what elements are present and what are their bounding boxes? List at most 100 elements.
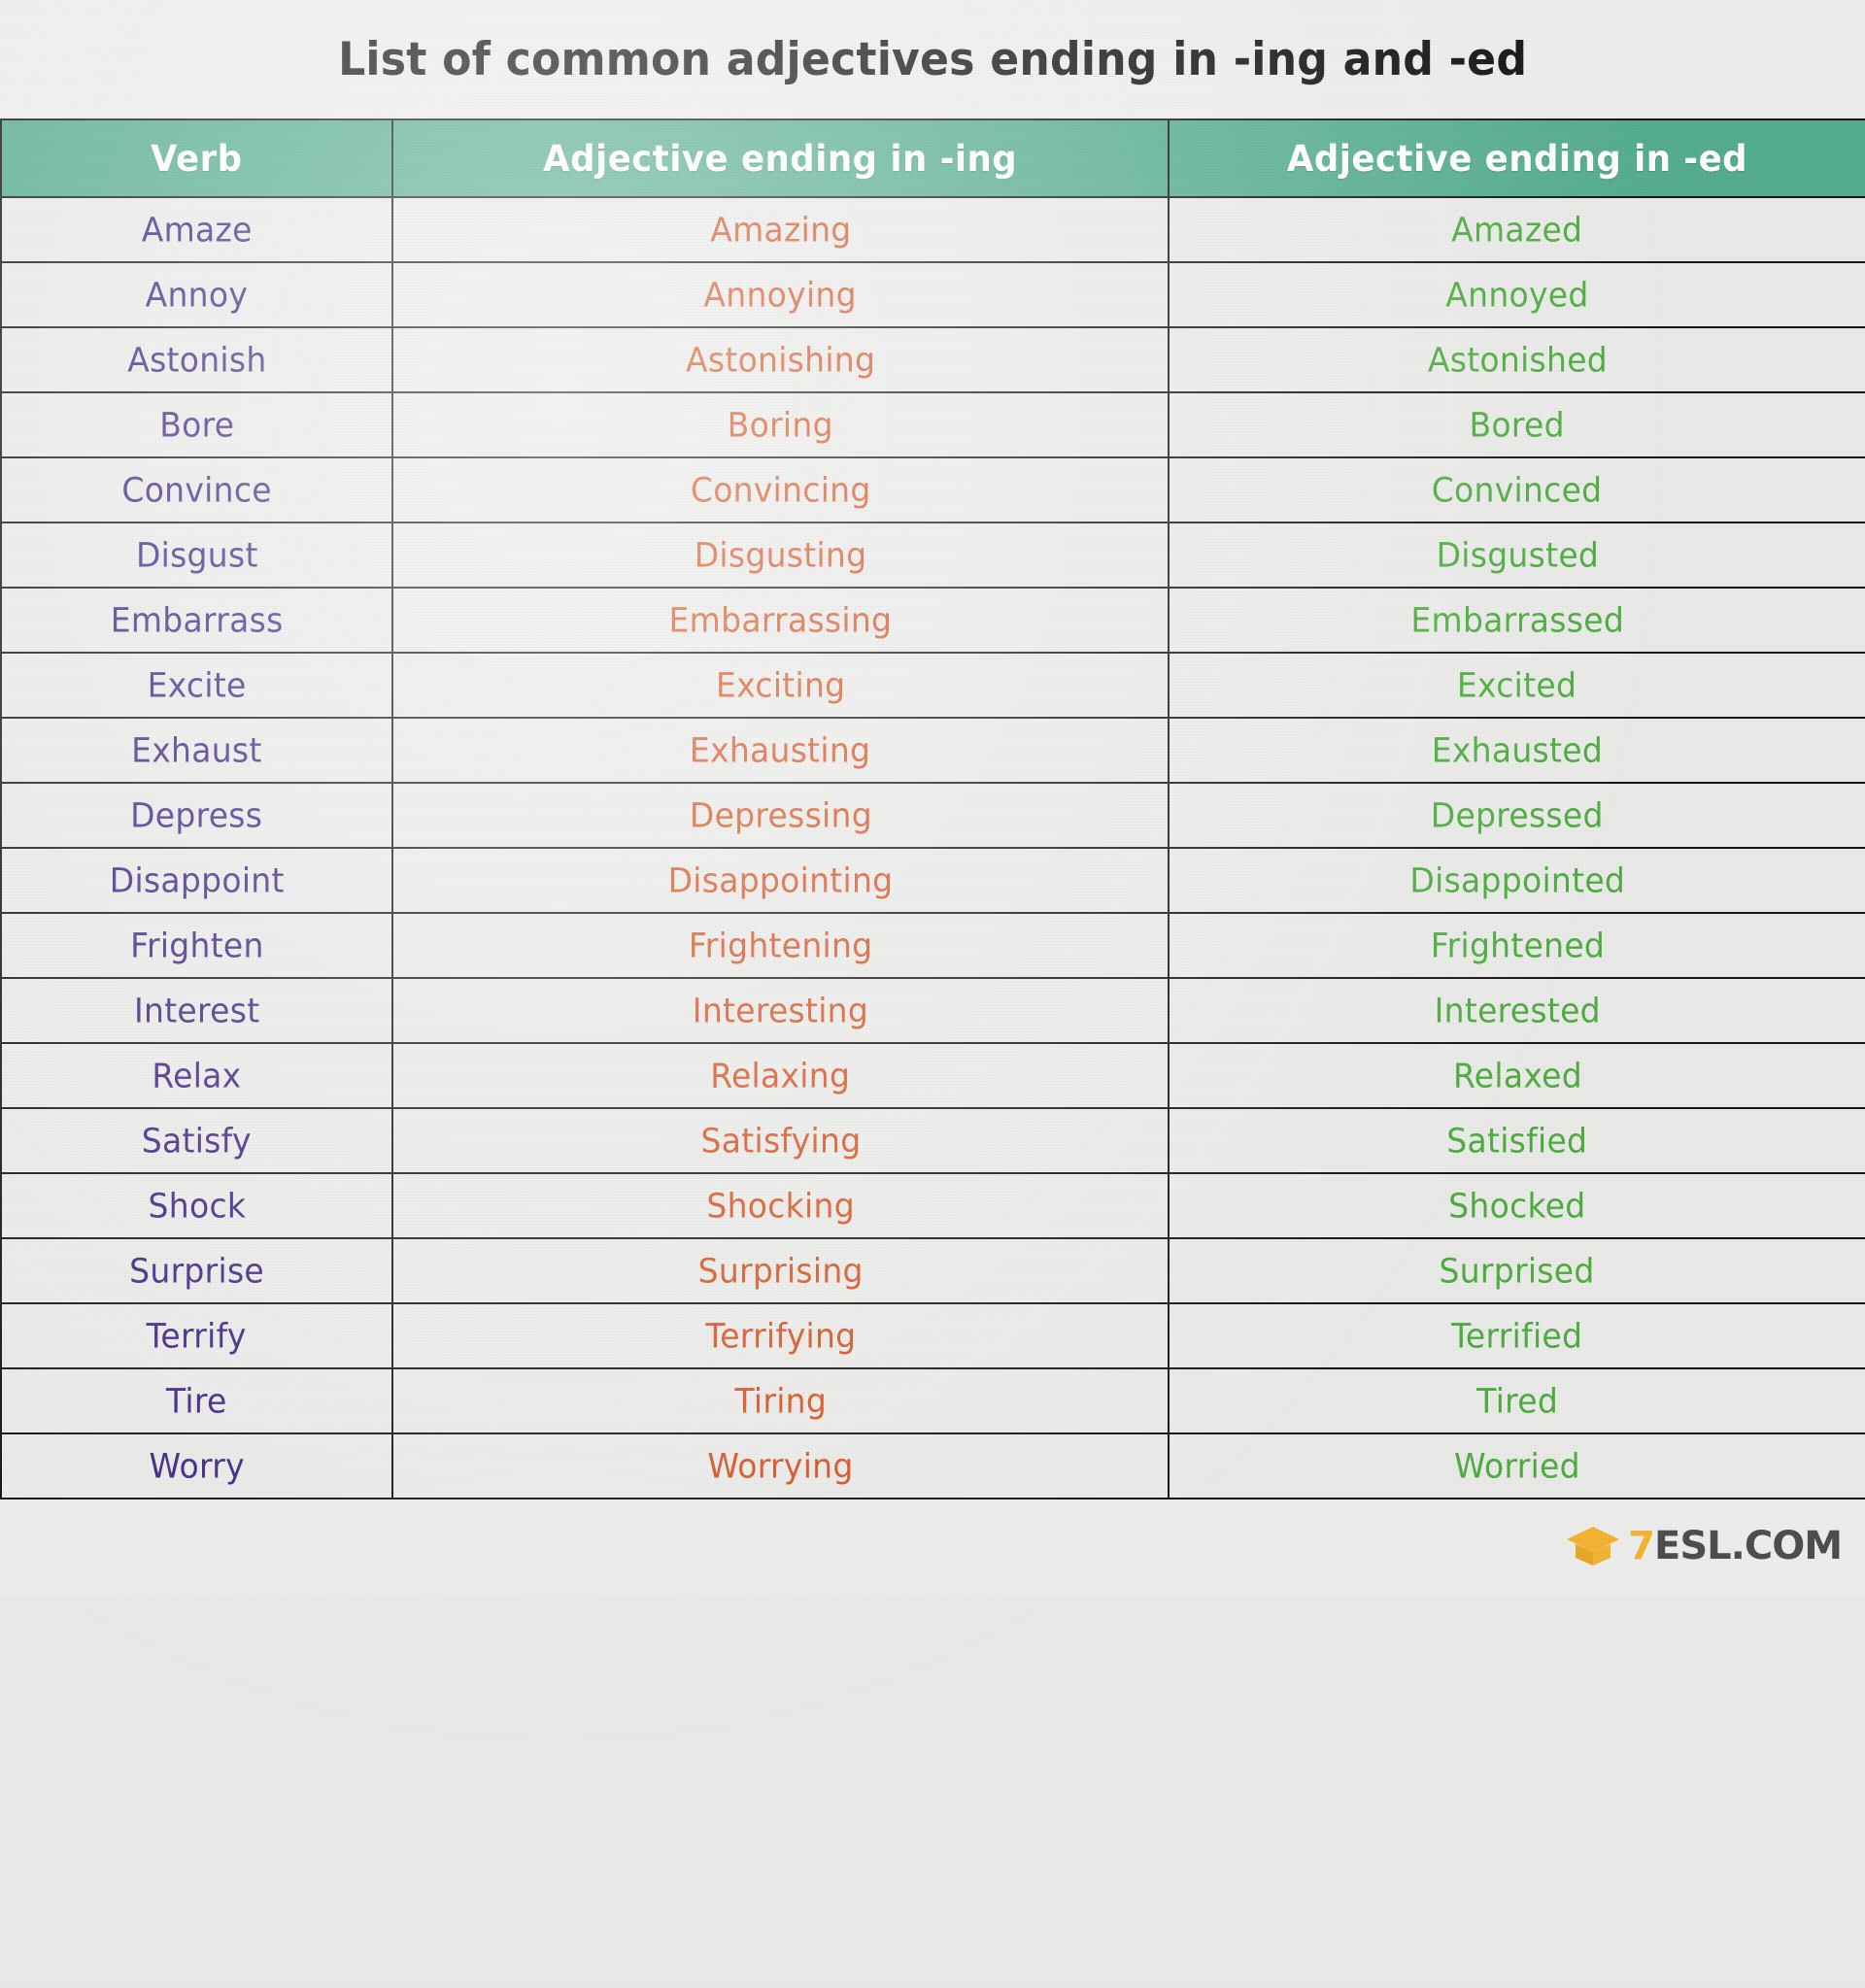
logo-wordmark: 7 ESL.COM (1628, 1524, 1843, 1568)
cell-verb-text: Shock (148, 1185, 246, 1227)
cell-verb-text: Exhaust (131, 729, 262, 771)
column-header-ed: Adjective ending in -ed (1168, 118, 1865, 198)
cell-ing: Terrifying (391, 1302, 1170, 1369)
cell-ed-text: Convinced (1432, 469, 1603, 511)
cell-ed: Depressed (1168, 782, 1865, 849)
cell-ing: Disappointing (391, 847, 1170, 914)
cell-verb: Annoy (0, 261, 393, 328)
column-header-verb-label: Verb (151, 137, 243, 180)
table-row: Disgust Disgusting Disgusted (0, 522, 1865, 589)
cell-ed: Frightened (1168, 912, 1865, 979)
logo-seven: 7 (1628, 1524, 1655, 1568)
cell-ing-text: Exciting (715, 664, 846, 706)
table-row: Amaze Amazing Amazed (0, 196, 1865, 263)
table-row: Satisfy Satisfying Satisfied (0, 1107, 1865, 1174)
cell-ing-text: Shocking (706, 1185, 855, 1227)
cell-verb-text: Worry (149, 1445, 245, 1487)
cell-ing: Exhausting (391, 717, 1170, 784)
table-row: Convince Convincing Convinced (0, 456, 1865, 523)
cell-ed-text: Relaxed (1452, 1055, 1582, 1096)
cell-verb: Worry (0, 1432, 393, 1499)
cell-ing-text: Depressing (689, 794, 872, 836)
cell-ed-text: Frightened (1430, 925, 1605, 966)
table-header-row: Verb Adjective ending in -ing Adjective … (0, 118, 1865, 198)
cell-ed-text: Surprised (1439, 1250, 1596, 1292)
cell-ing-text: Amazing (709, 209, 852, 251)
cell-verb-text: Frighten (129, 925, 264, 966)
cell-verb: Frighten (0, 912, 393, 979)
cell-verb: Embarrass (0, 587, 393, 654)
cell-verb-text: Terrify (146, 1315, 248, 1357)
7esl-logo[interactable]: 7 ESL.COM (1566, 1524, 1843, 1568)
graduation-cap-icon (1567, 1527, 1620, 1566)
cell-verb-text: Depress (130, 794, 263, 836)
cell-ing-text: Exhausting (690, 729, 871, 771)
cell-ed-text: Amazed (1451, 209, 1583, 251)
cell-ing: Satisfying (391, 1107, 1170, 1174)
cell-ed-text: Annoyed (1445, 274, 1589, 316)
cell-verb: Astonish (0, 326, 393, 393)
cell-verb-text: Interest (133, 990, 260, 1031)
cell-verb: Relax (0, 1042, 393, 1109)
cell-verb: Satisfy (0, 1107, 393, 1174)
cell-ing: Disgusting (391, 522, 1170, 589)
cell-verb-text: Tire (166, 1380, 227, 1422)
cell-ing-text: Surprising (697, 1250, 864, 1292)
cell-ing: Annoying (391, 261, 1170, 328)
table-row: Depress Depressing Depressed (0, 782, 1865, 849)
footer: 7 ESL.COM (0, 1499, 1865, 1595)
cell-verb-text: Annoy (145, 274, 249, 316)
cell-ing: Boring (391, 391, 1170, 458)
table-row: Disappoint Disappointing Disappointed (0, 847, 1865, 914)
page-title: List of common adjectives ending in -ing… (337, 32, 1528, 86)
table-row: Bore Boring Bored (0, 391, 1865, 458)
cell-verb-text: Bore (158, 404, 235, 446)
table-row: Exhaust Exhausting Exhausted (0, 717, 1865, 784)
table-row: Interest Interesting Interested (0, 977, 1865, 1044)
cell-ed: Terrified (1168, 1302, 1865, 1369)
cell-verb: Amaze (0, 196, 393, 263)
cell-verb: Tire (0, 1367, 393, 1434)
cell-ed-text: Shocked (1448, 1185, 1586, 1227)
cell-verb: Terrify (0, 1302, 393, 1369)
cell-verb-text: Disappoint (109, 859, 285, 901)
cell-ing: Surprising (391, 1237, 1170, 1304)
table-row: Worry Worrying Worried (0, 1432, 1865, 1499)
cell-ed: Shocked (1168, 1172, 1865, 1239)
cell-verb: Bore (0, 391, 393, 458)
cell-ed-text: Exhausted (1431, 729, 1604, 771)
column-header-ing: Adjective ending in -ing (391, 118, 1170, 198)
cell-verb: Depress (0, 782, 393, 849)
cell-ed: Excited (1168, 652, 1865, 719)
table-row: Excite Exciting Excited (0, 652, 1865, 719)
cell-verb-text: Surprise (129, 1250, 264, 1292)
column-header-ing-label: Adjective ending in -ing (543, 137, 1018, 180)
cell-ing: Frightening (391, 912, 1170, 979)
cell-ed: Disappointed (1168, 847, 1865, 914)
cell-ed: Amazed (1168, 196, 1865, 263)
cell-verb-text: Embarrass (110, 599, 284, 641)
cell-ed: Astonished (1168, 326, 1865, 393)
cell-ing-text: Satisfying (700, 1120, 861, 1162)
table-row: Shock Shocking Shocked (0, 1172, 1865, 1239)
cell-ed: Embarrassed (1168, 587, 1865, 654)
cell-ed-text: Terrified (1451, 1315, 1583, 1357)
cell-ing: Embarrassing (391, 587, 1170, 654)
cell-ed-text: Excited (1457, 664, 1577, 706)
cell-ed-text: Interested (1434, 990, 1601, 1031)
cell-ing-text: Disappointing (667, 859, 894, 901)
title-band: List of common adjectives ending in -ing… (0, 0, 1865, 118)
cell-ing: Exciting (391, 652, 1170, 719)
cell-ed-text: Tired (1476, 1380, 1558, 1422)
cell-ing-text: Boring (727, 404, 834, 446)
cell-verb-text: Amaze (141, 209, 253, 251)
table-row: Surprise Surprising Surprised (0, 1237, 1865, 1304)
adjectives-table: Verb Adjective ending in -ing Adjective … (0, 118, 1865, 1499)
cell-ed-text: Disappointed (1409, 859, 1625, 901)
table-row: Astonish Astonishing Astonished (0, 326, 1865, 393)
cell-ed-text: Astonished (1427, 339, 1608, 381)
cell-verb: Convince (0, 456, 393, 523)
table-row: Relax Relaxing Relaxed (0, 1042, 1865, 1109)
cell-ing-text: Embarrassing (668, 599, 893, 641)
cell-ed-text: Satisfied (1446, 1120, 1588, 1162)
